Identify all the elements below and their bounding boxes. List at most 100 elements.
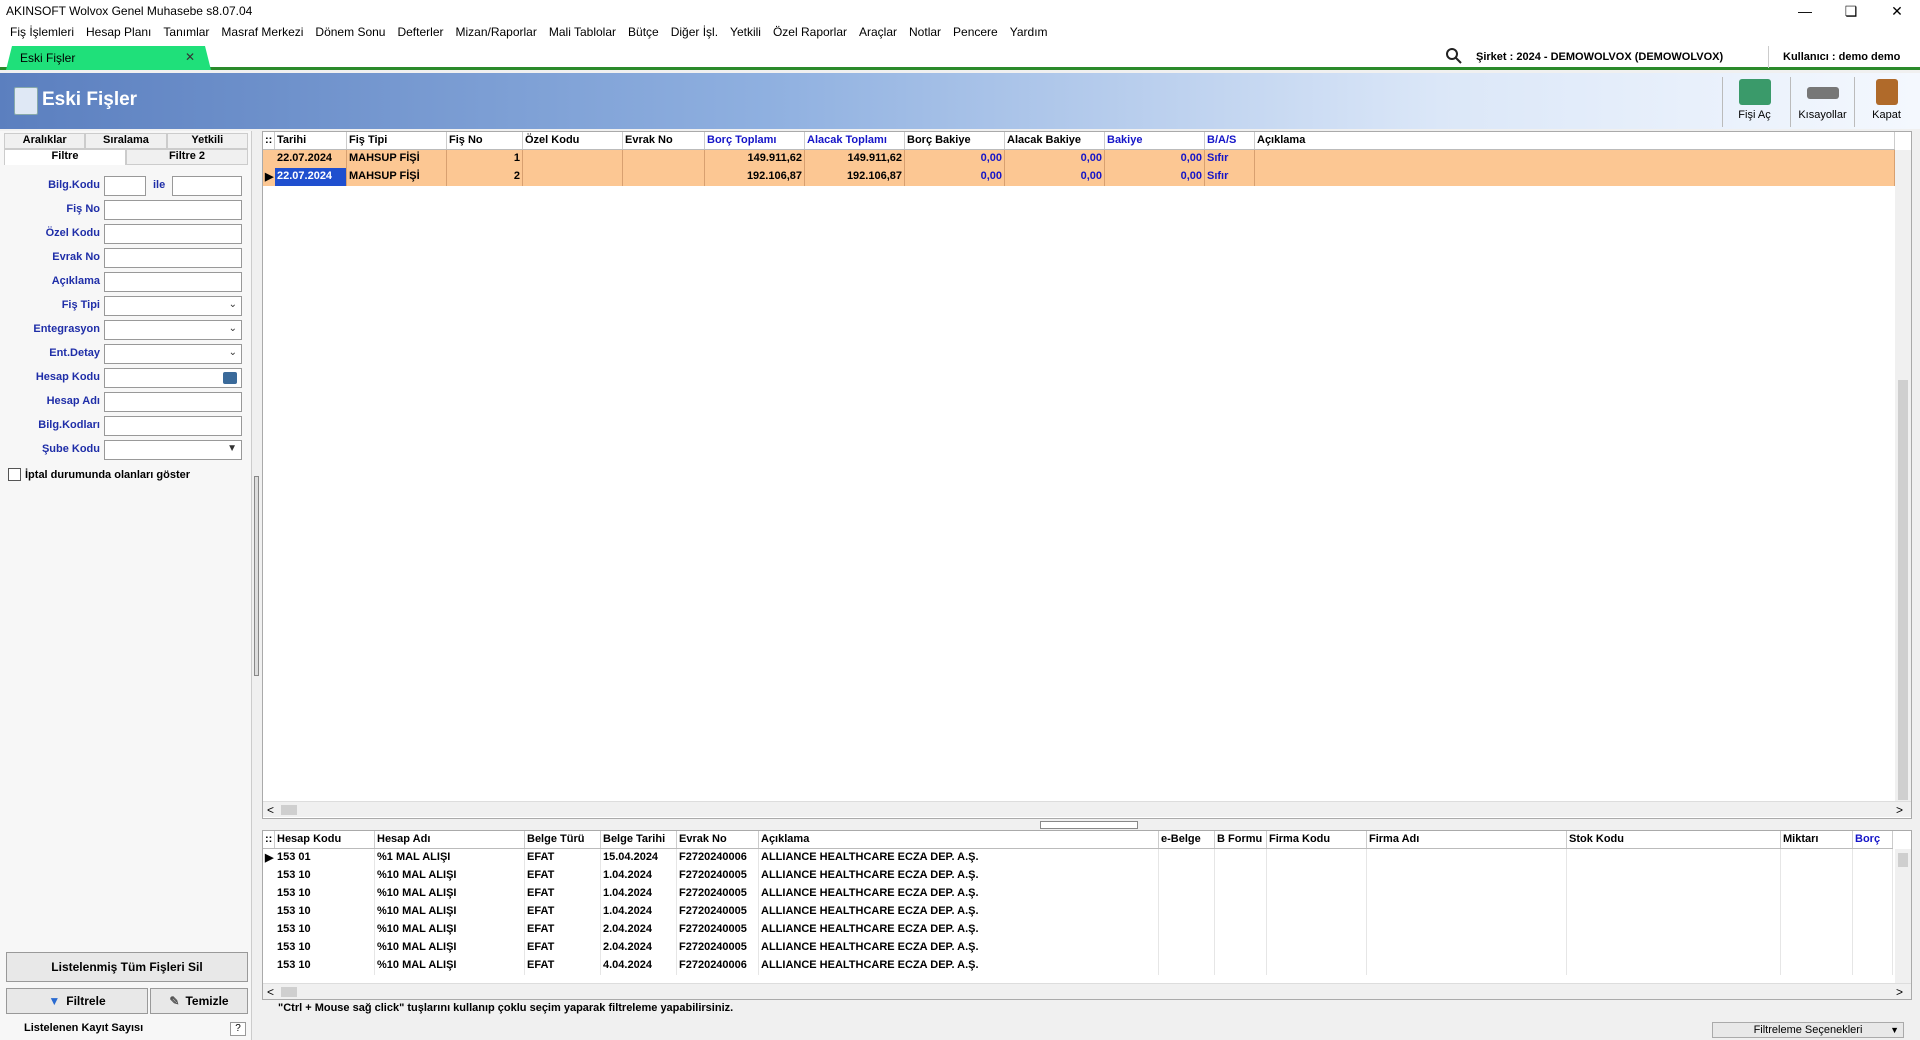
column-header[interactable]: Evrak No (677, 831, 759, 848)
iptal-checkbox-row[interactable]: İptal durumunda olanları göster (8, 468, 190, 481)
details-grid-hscroll[interactable]: < > (263, 983, 1911, 999)
column-header[interactable]: Miktarı (1781, 831, 1853, 848)
maximize-icon[interactable]: ❏ (1828, 0, 1874, 22)
column-header[interactable]: Borç (1853, 831, 1893, 848)
menu-item[interactable]: Özel Raporlar (767, 25, 853, 39)
column-header[interactable]: Alacak Bakiye (1005, 132, 1105, 149)
ozel-kodu-input[interactable] (104, 224, 242, 244)
column-header[interactable]: Borç Toplamı (705, 132, 805, 149)
clear-button[interactable]: ✎ Temizle (150, 988, 248, 1014)
menu-item[interactable]: Araçlar (853, 25, 903, 39)
delete-all-slips-button[interactable]: Listelenmiş Tüm Fişleri Sil (6, 952, 248, 982)
column-header[interactable]: Bakiye (1105, 132, 1205, 149)
lookup-icon[interactable] (223, 372, 237, 384)
menu-item[interactable]: Fiş İşlemleri (4, 25, 80, 39)
fis-no-input[interactable] (104, 200, 242, 220)
tab-eski-fisler[interactable]: Eski Fişler ✕ (6, 46, 211, 70)
column-header[interactable]: Hesap Kodu (275, 831, 375, 848)
column-header[interactable]: Firma Adı (1367, 831, 1567, 848)
table-row[interactable]: 153 10 %10 MAL ALIŞI EFAT 2.04.2024 F2720240… (263, 921, 1893, 939)
menu-item[interactable]: Bütçe (622, 25, 665, 39)
menu-item[interactable]: Defterler (391, 25, 449, 39)
table-row[interactable]: 153 10 %10 MAL ALIŞI EFAT 1.04.2024 F2720240… (263, 903, 1893, 921)
menu-item[interactable]: Mizan/Raporlar (449, 25, 542, 39)
evrak-no-input[interactable] (104, 248, 242, 268)
table-row[interactable]: 153 10 %10 MAL ALIŞI EFAT 1.04.2024 F2720240… (263, 867, 1893, 885)
search-icon[interactable] (1446, 48, 1462, 64)
close-button[interactable]: Kapat (1854, 77, 1918, 127)
tab-filtre[interactable]: Filtre (4, 149, 126, 165)
vscroll-thumb[interactable] (1898, 380, 1908, 800)
bilg-kodlari-input[interactable] (104, 416, 242, 436)
scroll-thumb[interactable] (281, 987, 297, 997)
tab-close-icon[interactable]: ✕ (185, 50, 195, 64)
minimize-icon[interactable]: — (1782, 0, 1828, 22)
column-header[interactable]: e-Belge (1159, 831, 1215, 848)
menu-item[interactable]: Hesap Planı (80, 25, 157, 39)
close-window-icon[interactable]: ✕ (1874, 0, 1920, 22)
menu-item[interactable]: Pencere (947, 25, 1004, 39)
slips-grid-hscroll[interactable]: < > (263, 801, 1911, 817)
column-header[interactable]: Belge Türü (525, 831, 601, 848)
menu-item[interactable]: Dönem Sonu (309, 25, 391, 39)
details-grid-vscroll[interactable] (1895, 849, 1911, 983)
panel-splitter[interactable] (252, 131, 262, 1040)
column-header[interactable]: B/A/S (1205, 132, 1255, 149)
column-header[interactable]: Evrak No (623, 132, 705, 149)
hesap-adi-input[interactable] (104, 392, 242, 412)
slips-grid-vscroll[interactable] (1895, 150, 1911, 801)
column-header[interactable]: Stok Kodu (1567, 831, 1781, 848)
tab-siralama[interactable]: Sıralama (85, 133, 167, 149)
aciklama-input[interactable] (104, 272, 242, 292)
scroll-left-icon[interactable]: < (267, 985, 274, 999)
menu-item[interactable]: Yardım (1004, 25, 1054, 39)
column-header[interactable]: B Formu (1215, 831, 1267, 848)
open-slip-button[interactable]: Fişi Aç (1722, 77, 1786, 127)
grid-splitter-handle[interactable] (1040, 821, 1138, 829)
column-header[interactable]: Tarihi (275, 132, 347, 149)
menu-item[interactable]: Masraf Merkezi (215, 25, 309, 39)
help-icon[interactable]: ? (230, 1022, 246, 1036)
table-row[interactable]: ▶ 153 01 %1 MAL ALIŞI EFAT 15.04.2024 F272024… (263, 849, 1893, 867)
sube-kodu-select[interactable]: ▼ (104, 440, 242, 460)
menu-item[interactable]: Yetkili (724, 25, 767, 39)
column-header[interactable]: Açıklama (759, 831, 1159, 848)
menu-item[interactable]: Tanımlar (157, 25, 215, 39)
column-header[interactable]: Alacak Toplamı (805, 132, 905, 149)
column-header[interactable]: Firma Kodu (1267, 831, 1367, 848)
column-header[interactable]: Fiş No (447, 132, 523, 149)
column-header[interactable]: Özel Kodu (523, 132, 623, 149)
filter-button[interactable]: ▼ Filtrele (6, 988, 148, 1014)
menu-item[interactable]: Mali Tablolar (543, 25, 622, 39)
splitter-grip[interactable] (254, 476, 259, 676)
ent-detay-select[interactable]: ⌄ (104, 344, 242, 364)
menu-item[interactable]: Diğer İşl. (665, 25, 724, 39)
table-row[interactable]: 22.07.2024 MAHSUP FİŞİ 1 149.911,62 149.911,… (263, 150, 1895, 168)
scroll-thumb[interactable] (281, 805, 297, 815)
bilg-kodu-from-input[interactable] (104, 176, 146, 196)
column-header[interactable]: Borç Bakiye (905, 132, 1005, 149)
column-header[interactable]: Fiş Tipi (347, 132, 447, 149)
hesap-kodu-input[interactable] (104, 368, 242, 388)
table-row[interactable]: 153 10 %10 MAL ALIŞI EFAT 1.04.2024 F2720240… (263, 885, 1893, 903)
table-row[interactable]: 153 10 %10 MAL ALIŞI EFAT 2.04.2024 F2720240… (263, 939, 1893, 957)
tab-yetkili[interactable]: Yetkili (166, 133, 248, 149)
table-row[interactable]: 153 10 %10 MAL ALIŞI EFAT 4.04.2024 F2720240… (263, 957, 1893, 975)
bilg-kodu-to-input[interactable] (172, 176, 242, 196)
scroll-right-icon[interactable]: > (1896, 803, 1903, 817)
tab-filtre-2[interactable]: Filtre 2 (126, 149, 248, 165)
column-header[interactable]: Hesap Adı (375, 831, 525, 848)
entegrasyon-select[interactable]: ⌄ (104, 320, 242, 340)
table-row[interactable]: ▶ 22.07.2024 MAHSUP FİŞİ 2 192.106,87 192.106… (263, 168, 1895, 186)
column-header[interactable]: Açıklama (1255, 132, 1895, 149)
shortcuts-button[interactable]: Kısayollar (1790, 77, 1854, 127)
menu-item[interactable]: Notlar (903, 25, 947, 39)
scroll-left-icon[interactable]: < (267, 803, 274, 817)
tab-araliklar[interactable]: Aralıklar (4, 133, 86, 149)
scroll-right-icon[interactable]: > (1896, 985, 1903, 999)
fis-tipi-select[interactable]: ⌄ (104, 296, 242, 316)
iptal-checkbox[interactable] (8, 468, 21, 481)
column-header[interactable]: Belge Tarihi (601, 831, 677, 848)
vscroll-thumb[interactable] (1898, 853, 1908, 867)
filter-options-button[interactable]: Filtreleme Seçenekleri ▼ (1712, 1022, 1904, 1038)
